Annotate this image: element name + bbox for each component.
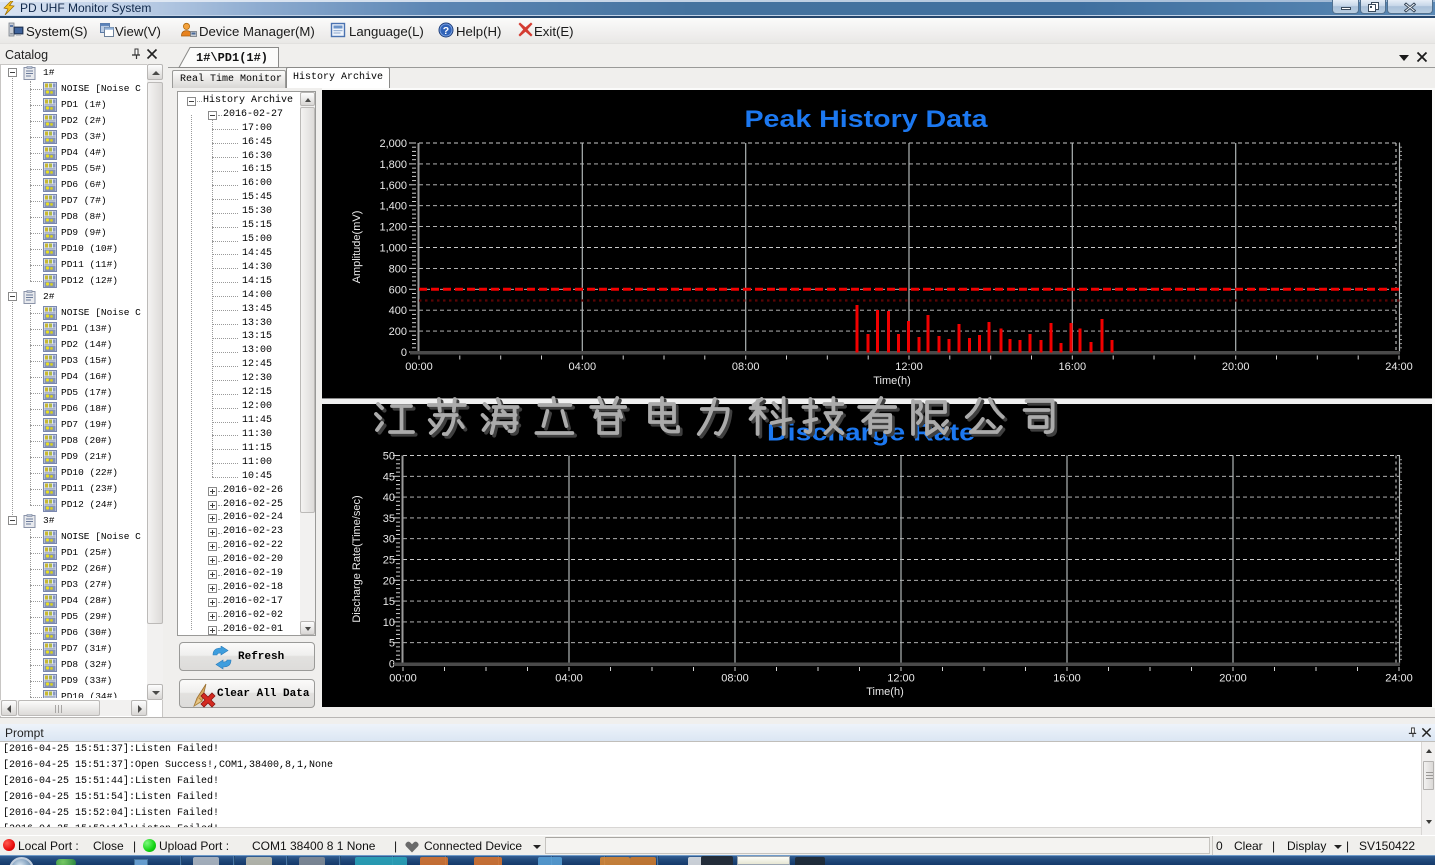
svg-text:Time(h): Time(h) bbox=[873, 375, 910, 387]
svg-text:45: 45 bbox=[383, 471, 395, 483]
svg-text:35: 35 bbox=[383, 513, 395, 525]
svg-text:40: 40 bbox=[383, 492, 395, 504]
svg-text:20:00: 20:00 bbox=[1219, 673, 1247, 685]
svg-text:16:00: 16:00 bbox=[1053, 673, 1081, 685]
svg-text:1,800: 1,800 bbox=[379, 159, 407, 171]
svg-text:1,200: 1,200 bbox=[379, 222, 407, 234]
svg-text:00:00: 00:00 bbox=[389, 673, 417, 685]
svg-text:12:00: 12:00 bbox=[895, 361, 923, 373]
svg-text:1,000: 1,000 bbox=[379, 243, 407, 255]
svg-text:2,000: 2,000 bbox=[379, 138, 407, 150]
svg-text:200: 200 bbox=[389, 326, 407, 338]
svg-text:Time(h): Time(h) bbox=[866, 686, 903, 698]
svg-text:800: 800 bbox=[389, 263, 407, 275]
svg-text:600: 600 bbox=[389, 284, 407, 296]
svg-text:5: 5 bbox=[389, 638, 395, 650]
svg-text:04:00: 04:00 bbox=[555, 673, 583, 685]
svg-text:12:00: 12:00 bbox=[887, 673, 915, 685]
svg-text:30: 30 bbox=[383, 534, 395, 546]
svg-text:00:00: 00:00 bbox=[405, 361, 433, 373]
svg-text:10: 10 bbox=[383, 617, 395, 629]
svg-text:1,600: 1,600 bbox=[379, 180, 407, 192]
svg-text:?: ? bbox=[443, 25, 449, 37]
svg-text:Discharge Rate(Time/sec): Discharge Rate(Time/sec) bbox=[351, 495, 363, 622]
svg-text:Peak History Data: Peak History Data bbox=[745, 106, 988, 133]
svg-text:0: 0 bbox=[401, 347, 407, 359]
svg-text:20:00: 20:00 bbox=[1222, 361, 1250, 373]
svg-text:24:00: 24:00 bbox=[1385, 361, 1413, 373]
svg-text:24:00: 24:00 bbox=[1385, 673, 1413, 685]
svg-text:20: 20 bbox=[383, 575, 395, 587]
svg-text:50: 50 bbox=[383, 451, 395, 463]
svg-text:1,400: 1,400 bbox=[379, 201, 407, 213]
svg-text:04:00: 04:00 bbox=[569, 361, 597, 373]
svg-text:15: 15 bbox=[383, 596, 395, 608]
svg-text:08:00: 08:00 bbox=[721, 673, 749, 685]
svg-text:25: 25 bbox=[383, 555, 395, 567]
svg-text:16:00: 16:00 bbox=[1059, 361, 1087, 373]
svg-text:Amplitude(mV): Amplitude(mV) bbox=[351, 211, 363, 284]
svg-text:08:00: 08:00 bbox=[732, 361, 760, 373]
svg-text:400: 400 bbox=[389, 305, 407, 317]
